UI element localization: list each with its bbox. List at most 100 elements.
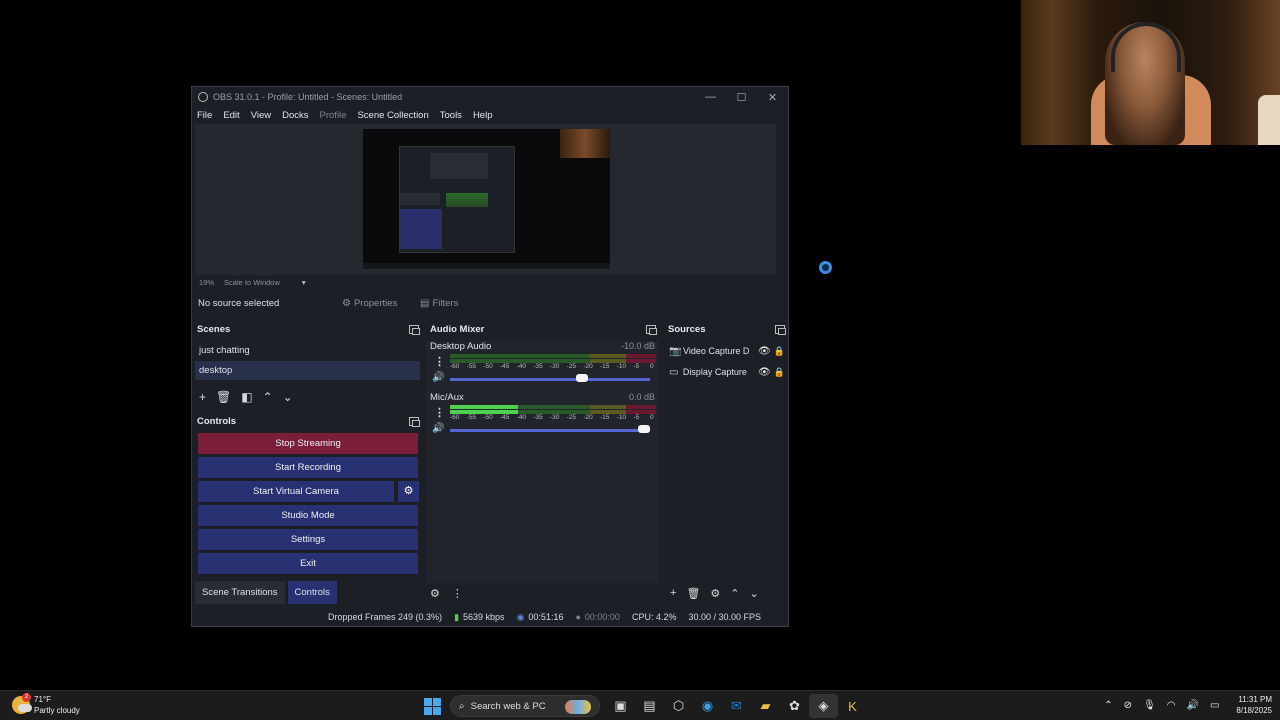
chevron-down-icon[interactable]: ▾: [302, 278, 306, 287]
meter-tick-label: -30: [550, 363, 560, 370]
add-source-icon[interactable]: +: [670, 587, 676, 600]
taskbar: 2 71°F Partly cloudy ⌕ Search web & PC ▣…: [0, 690, 1280, 720]
file-explorer-icon[interactable]: ▰: [751, 694, 780, 718]
properties-button[interactable]: ⚙ Properties: [342, 298, 414, 309]
edge-icon[interactable]: ◉: [693, 694, 722, 718]
volume-knob[interactable]: [638, 425, 650, 433]
task-view-icon[interactable]: ▣: [606, 694, 635, 718]
lock-icon[interactable]: 🔒: [774, 346, 785, 357]
meter-tick-label: -20: [583, 363, 593, 370]
speaker-icon[interactable]: 🔊: [432, 423, 444, 434]
taskbar-search[interactable]: ⌕ Search web & PC: [450, 695, 600, 717]
more-options-icon[interactable]: ⋮: [434, 355, 445, 368]
filters-button[interactable]: ▤ Filters: [420, 298, 458, 309]
undock-icon[interactable]: [775, 325, 786, 335]
battery-icon[interactable]: ▭: [1210, 700, 1219, 711]
mixer-title: Audio Mixer: [430, 324, 485, 335]
meter-tick-label: -25: [566, 414, 577, 421]
more-options-icon[interactable]: ⋮: [434, 406, 445, 419]
menu-edit[interactable]: Edit: [223, 110, 239, 121]
menu-docks[interactable]: Docks: [282, 110, 308, 121]
menu-profile[interactable]: Profile: [320, 110, 347, 121]
menu-scene-collection[interactable]: Scene Collection: [357, 110, 428, 121]
chevron-up-icon[interactable]: ⌃: [1104, 700, 1112, 711]
controls-title: Controls: [197, 416, 237, 427]
chevron-up-icon[interactable]: ⌃: [263, 390, 273, 404]
gear-icon[interactable]: ⚙: [710, 587, 720, 600]
meter-tick-label: -25: [566, 363, 577, 370]
chevron-down-icon[interactable]: ⌄: [750, 587, 759, 600]
minimize-button[interactable]: —: [695, 91, 726, 104]
scale-mode-select[interactable]: Scale to Window: [224, 278, 280, 287]
volume-meter: [450, 405, 656, 409]
preview-canvas[interactable]: [363, 129, 610, 269]
clock[interactable]: 11:31 PM 8/18/2025: [1236, 694, 1272, 716]
dock-tabs: Scene Transitions Controls: [195, 581, 340, 604]
advanced-audio-gear-icon[interactable]: ⚙: [430, 587, 440, 600]
meter-tick-label: -50: [483, 363, 493, 370]
menu-tools[interactable]: Tools: [440, 110, 462, 121]
sources-dock: Sources 📷 Video Capture D 👁 🔒 ▭ Display …: [664, 321, 787, 604]
volume-knob[interactable]: [576, 374, 588, 382]
app-k-icon[interactable]: K: [838, 694, 867, 718]
volume-meter: [450, 354, 656, 358]
maximize-button[interactable]: ☐: [726, 91, 757, 104]
store-icon[interactable]: ▤: [635, 694, 664, 718]
start-virtual-camera-button[interactable]: Start Virtual Camera: [198, 481, 394, 502]
lock-icon[interactable]: 🔒: [774, 367, 785, 378]
trash-icon[interactable]: 🗑: [216, 390, 231, 404]
undock-icon[interactable]: [409, 325, 420, 335]
chevron-down-icon[interactable]: ⌄: [283, 390, 293, 404]
wifi-icon[interactable]: ◠: [1167, 700, 1176, 711]
close-button[interactable]: ✕: [757, 91, 788, 104]
eye-icon[interactable]: 👁: [758, 367, 774, 378]
more-options-icon[interactable]: ⋮: [452, 587, 463, 600]
exit-button[interactable]: Exit: [198, 553, 418, 574]
chevron-up-icon[interactable]: ⌃: [730, 587, 739, 600]
add-scene-icon[interactable]: +: [199, 390, 206, 404]
network-off-icon[interactable]: ⊘: [1124, 700, 1132, 711]
scene-item-desktop[interactable]: desktop: [195, 361, 420, 380]
tab-controls[interactable]: Controls: [287, 581, 337, 604]
tab-scene-transitions[interactable]: Scene Transitions: [195, 581, 285, 604]
title-bar[interactable]: OBS 31.0.1 - Profile: Untitled - Scenes:…: [192, 87, 788, 107]
no-source-label: No source selected: [198, 298, 280, 309]
studio-mode-button[interactable]: Studio Mode: [198, 505, 418, 526]
weather-widget[interactable]: 2 71°F Partly cloudy: [12, 693, 80, 716]
chatgpt-icon[interactable]: ✿: [780, 694, 809, 718]
start-recording-button[interactable]: Start Recording: [198, 457, 418, 478]
microphone-icon[interactable]: 🎙: [1143, 700, 1156, 711]
menu-view[interactable]: View: [251, 110, 271, 121]
menu-help[interactable]: Help: [473, 110, 493, 121]
speaker-icon[interactable]: 🔊: [432, 372, 444, 383]
record-time: ● 00:00:00: [575, 612, 619, 622]
scene-filters-icon[interactable]: ◧: [241, 390, 252, 404]
app-icon[interactable]: ⬡: [664, 694, 693, 718]
date: 8/18/2025: [1236, 706, 1272, 715]
source-item-display-capture[interactable]: ▭ Display Capture 👁 🔒: [669, 363, 785, 381]
menu-file[interactable]: File: [197, 110, 212, 121]
preview-area[interactable]: [195, 124, 776, 275]
menu-bar: File Edit View Docks Profile Scene Colle…: [192, 107, 788, 124]
trash-icon[interactable]: 🗑: [686, 587, 700, 600]
settings-button[interactable]: Settings: [198, 529, 418, 550]
virtual-camera-settings-icon[interactable]: ⚙: [398, 481, 419, 502]
volume-slider[interactable]: 🔊: [430, 423, 657, 436]
steam-icon[interactable]: ◈: [809, 694, 838, 718]
outlook-icon[interactable]: ✉: [722, 694, 751, 718]
undock-icon[interactable]: [646, 325, 657, 335]
eye-icon[interactable]: 👁: [758, 346, 774, 357]
meter-tick-label: -50: [483, 414, 493, 421]
scene-item-just-chatting[interactable]: just chatting: [195, 341, 420, 360]
camera-icon: 📷: [669, 345, 682, 357]
undock-icon[interactable]: [409, 417, 420, 427]
start-button-icon[interactable]: [424, 697, 441, 715]
meter-tick-label: -40: [516, 363, 527, 370]
context-bar: No source selected ⚙ Properties ▤ Filters: [192, 292, 788, 315]
stop-streaming-button[interactable]: Stop Streaming: [198, 433, 418, 454]
source-item-video-capture[interactable]: 📷 Video Capture D 👁 🔒: [669, 342, 785, 360]
meter-tick-label: -10: [616, 414, 627, 421]
stream-icon: ◉: [516, 611, 525, 622]
volume-icon[interactable]: 🔊: [1187, 700, 1199, 711]
volume-slider[interactable]: 🔊: [430, 372, 657, 385]
